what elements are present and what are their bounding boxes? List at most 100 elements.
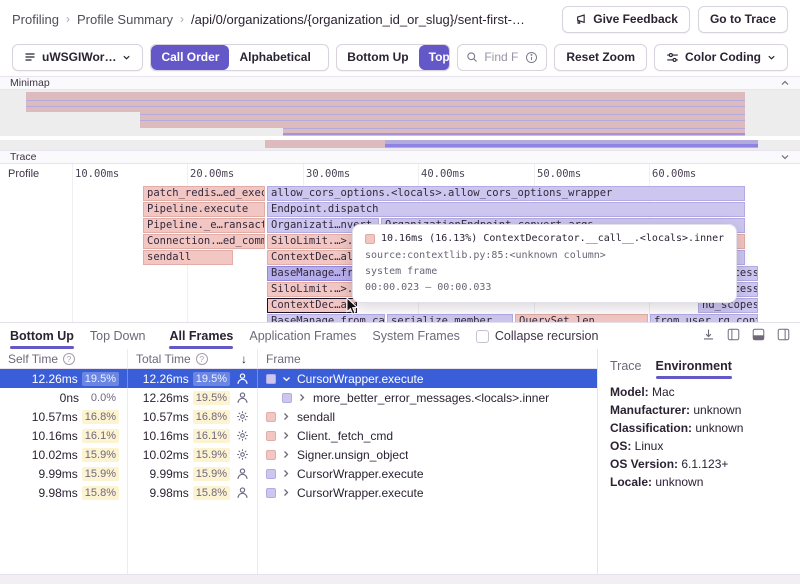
detail-field-value: unknown	[655, 475, 703, 489]
tab-trace-details[interactable]: Trace	[610, 356, 642, 376]
minimap-header: Minimap	[0, 76, 800, 90]
total-time-percent: 15.8%	[193, 486, 230, 500]
layout-dock-right-icon[interactable]	[777, 328, 790, 344]
detail-field: Manufacturer: unknown	[610, 403, 788, 417]
collapse-trace-icon[interactable]	[780, 152, 790, 162]
tab-application-frames[interactable]: Application Frames	[249, 326, 356, 346]
flame-frame[interactable]: BaseManage…from_c	[267, 266, 357, 281]
flame-frame[interactable]: Endpoint.dispatch	[267, 202, 745, 217]
axis-tick-label: 10.00ms	[75, 168, 119, 180]
find-frames-search[interactable]	[457, 44, 547, 71]
expand-chevron-icon[interactable]	[282, 412, 291, 421]
give-feedback-button[interactable]: Give Feedback	[562, 6, 690, 33]
search-input[interactable]	[484, 50, 519, 64]
self-time-value: 10.02ms	[32, 448, 78, 462]
direction-bottom-up-button[interactable]: Bottom Up	[337, 45, 418, 70]
help-icon[interactable]	[196, 353, 208, 365]
sorting-segmented-control: Call Order Alphabetical Left Heavy	[150, 44, 329, 71]
table-row[interactable]: 10.16ms 16.1% 10.16ms 16.1% Client._fetc…	[0, 426, 597, 445]
flame-frame[interactable]: BaseManage…from_cache	[267, 314, 385, 322]
sort-left-heavy-button[interactable]: Left Heavy	[321, 45, 329, 70]
collapse-recursion-checkbox[interactable]: Collapse recursion	[476, 329, 599, 343]
frame-color-swatch	[266, 412, 276, 422]
flame-frame[interactable]: ContextDec…als>.i	[267, 250, 357, 265]
expand-chevron-icon[interactable]	[282, 450, 291, 459]
flamegraph-toolbar: uWSGIWor… Call Order Alphabetical Left H…	[0, 38, 800, 76]
chevron-down-icon	[122, 53, 131, 62]
color-coding-dropdown[interactable]: Color Coding	[654, 44, 788, 71]
flame-frame[interactable]: QuerySet…len	[515, 314, 648, 322]
breadcrumb: Profiling Profile Summary /api/0/organiz…	[12, 12, 525, 27]
info-icon[interactable]	[525, 51, 538, 64]
table-row[interactable]: 9.98ms 15.8% 9.98ms 15.8% CursorWrapper.…	[0, 483, 597, 502]
sort-descending-icon[interactable]: ↓	[241, 352, 247, 366]
frame-column-header[interactable]: Frame	[258, 349, 597, 368]
checkbox-icon[interactable]	[476, 330, 489, 343]
detail-field-label: Manufacturer:	[610, 403, 693, 417]
megaphone-icon	[574, 13, 587, 26]
total-time-header-label: Total Time	[136, 352, 191, 366]
flame-frame[interactable]: Pipeline.execute	[143, 202, 265, 217]
help-icon[interactable]	[63, 353, 75, 365]
self-time-percent: 19.5%	[82, 372, 119, 386]
flame-frame[interactable]: ContextDec…als>.i	[267, 298, 357, 313]
detail-field: Classification: unknown	[610, 421, 788, 435]
sort-alphabetical-button[interactable]: Alphabetical	[229, 45, 320, 70]
total-time-column-header[interactable]: Total Time ↓	[128, 349, 258, 368]
tab-top-down[interactable]: Top Down	[90, 326, 146, 346]
flamegraph-canvas[interactable]: 10.00ms20.00ms30.00ms40.00ms50.00ms60.00…	[0, 164, 800, 322]
axis-tick-label: 40.00ms	[421, 168, 465, 180]
self-time-percent: 16.1%	[82, 429, 119, 443]
flame-frame[interactable]: Connection.…ed_command	[143, 234, 265, 249]
expand-chevron-icon[interactable]	[282, 469, 291, 478]
flame-frame[interactable]: patch_redis…ed_execute	[143, 186, 265, 201]
collapse-minimap-icon[interactable]	[780, 78, 790, 88]
self-time-column-header[interactable]: Self Time	[0, 349, 128, 368]
tab-bottom-up[interactable]: Bottom Up	[10, 326, 74, 346]
flame-frame[interactable]: Pipeline._e…ransaction	[143, 218, 265, 233]
self-time-value: 0ns	[60, 391, 79, 405]
detail-field: OS: Linux	[610, 439, 788, 453]
thread-selector[interactable]: uWSGIWor…	[12, 44, 143, 71]
table-row[interactable]: 12.26ms 19.5% 12.26ms 19.5% CursorWrappe…	[0, 369, 597, 388]
table-row[interactable]: 10.57ms 16.8% 10.57ms 16.8% sendall	[0, 407, 597, 426]
flame-frame[interactable]: serialize_member	[387, 314, 513, 322]
layout-dock-left-icon[interactable]	[727, 328, 740, 344]
sliders-icon	[666, 51, 679, 64]
table-row[interactable]: 9.99ms 15.9% 9.99ms 15.9% CursorWrapper.…	[0, 464, 597, 483]
breadcrumb-profile-summary[interactable]: Profile Summary	[77, 12, 173, 27]
direction-top-down-button[interactable]: Top Down	[419, 45, 451, 70]
flame-frame[interactable]: from_user…rq_context	[650, 314, 758, 322]
axis-gridline	[72, 164, 73, 322]
table-row[interactable]: 10.02ms 15.9% 10.02ms 15.9% Signer.unsig…	[0, 445, 597, 464]
layout-dock-bottom-icon[interactable]	[752, 328, 765, 344]
frame-color-swatch	[266, 450, 276, 460]
table-row[interactable]: 0ns 0.0% 12.26ms 19.5% more_better_error…	[0, 388, 597, 407]
frame-stack-panel: Bottom Up Top Down All Frames Applicatio…	[0, 322, 800, 584]
flame-frame[interactable]: sendall	[143, 250, 233, 265]
tab-system-frames[interactable]: System Frames	[372, 326, 460, 346]
expand-chevron-icon[interactable]	[298, 393, 307, 402]
tab-environment-details[interactable]: Environment	[656, 356, 732, 376]
flame-frame[interactable]: SiloLimit.…>.over	[267, 282, 357, 297]
frame-name: Client._fetch_cmd	[297, 429, 393, 443]
minimap-canvas[interactable]	[0, 90, 800, 150]
total-time-value: 10.02ms	[143, 448, 189, 462]
axis-tick-label: 30.00ms	[306, 168, 350, 180]
expand-chevron-icon[interactable]	[282, 375, 291, 383]
breadcrumb-profiling[interactable]: Profiling	[12, 12, 59, 27]
expand-chevron-icon[interactable]	[282, 488, 291, 497]
expand-chevron-icon[interactable]	[282, 431, 291, 440]
sort-call-order-button[interactable]: Call Order	[151, 45, 229, 70]
frame-header-label: Frame	[266, 352, 301, 366]
detail-field: OS Version: 6.1.123+	[610, 457, 788, 471]
give-feedback-label: Give Feedback	[593, 12, 678, 26]
download-icon[interactable]	[702, 328, 715, 344]
flame-frame[interactable]: SiloLimit.…>.over	[267, 234, 357, 249]
go-to-trace-button[interactable]: Go to Trace	[698, 6, 788, 33]
horizontal-scrollbar[interactable]	[0, 574, 800, 584]
flame-frame[interactable]: allow_cors_options.<locals>.allow_cors_o…	[267, 186, 745, 201]
reset-zoom-button[interactable]: Reset Zoom	[554, 44, 647, 71]
total-time-value: 10.57ms	[143, 410, 189, 424]
tab-all-frames[interactable]: All Frames	[169, 326, 233, 346]
